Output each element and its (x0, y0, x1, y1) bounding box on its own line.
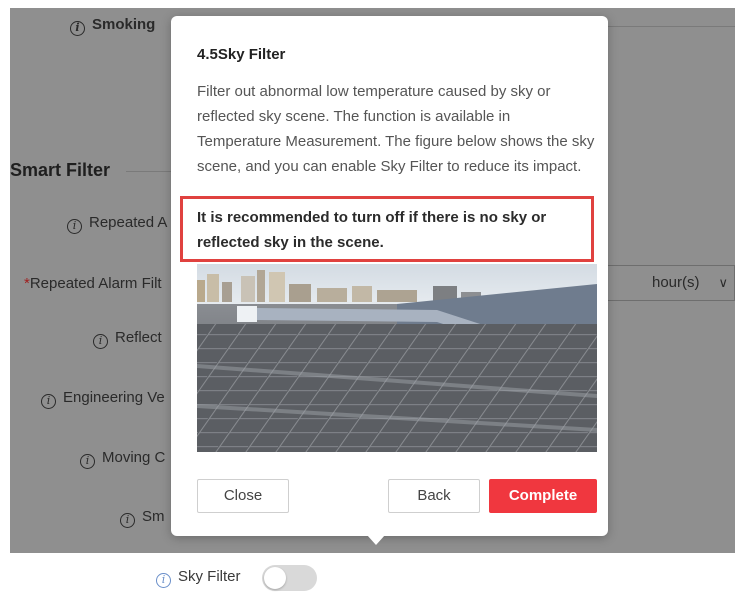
warning-highlight: It is recommended to turn off if there i… (180, 196, 594, 262)
setting-label: Repeated Alarm Filt (29, 275, 162, 292)
setting-label: Engineering Ve (63, 389, 165, 406)
setting-row-smoking-filter: i Sm (120, 508, 165, 528)
setting-row-moving: i Moving C (80, 449, 165, 469)
sky-filter-toggle[interactable] (262, 565, 317, 591)
setting-row-engineering: i Engineering Ve (41, 389, 165, 409)
info-icon: i (80, 454, 95, 469)
close-button[interactable]: Close (197, 479, 289, 513)
warning-text: It is recommended to turn off if there i… (197, 209, 547, 251)
toggle-knob (264, 567, 286, 589)
info-icon[interactable]: i (156, 573, 171, 588)
info-icon: i (120, 513, 135, 528)
dialog-description: Filter out abnormal low temperature caus… (197, 83, 595, 175)
divider (126, 171, 176, 172)
sky-filter-dialog: 4.5Sky Filter Filter out abnormal low te… (171, 16, 608, 536)
setting-label: Reflect (115, 329, 162, 346)
setting-row-smoking: i Smoking (70, 16, 155, 36)
divider (607, 26, 735, 27)
setting-row-reflect: i Reflect (93, 329, 162, 349)
info-icon: i (67, 219, 82, 234)
dialog-title: 4.5Sky Filter (197, 46, 286, 63)
back-button[interactable]: Back (388, 479, 480, 513)
sky-scene-image (197, 264, 597, 452)
complete-button[interactable]: Complete (489, 479, 597, 513)
sky-filter-row: i Sky Filter (156, 568, 241, 588)
setting-label: Moving C (102, 449, 166, 466)
info-icon: i (41, 394, 56, 409)
popover-arrow (367, 535, 385, 545)
unit-select-value: hour(s) (652, 274, 700, 291)
setting-label: Smoking (92, 16, 156, 33)
chevron-down-icon: ∨ (718, 275, 728, 290)
unit-select[interactable]: hour(s) ∨ (607, 265, 735, 301)
setting-row-repeated-alarm-filter: *Repeated Alarm Filt (24, 275, 162, 292)
setting-label: Repeated A (89, 214, 168, 231)
setting-label: Sm (142, 508, 165, 525)
section-title: Smart Filter (10, 160, 111, 180)
info-icon: i (70, 21, 85, 36)
info-icon: i (93, 334, 108, 349)
setting-row-repeated-alarm: i Repeated A (67, 214, 167, 234)
sky-filter-label: Sky Filter (178, 568, 241, 585)
